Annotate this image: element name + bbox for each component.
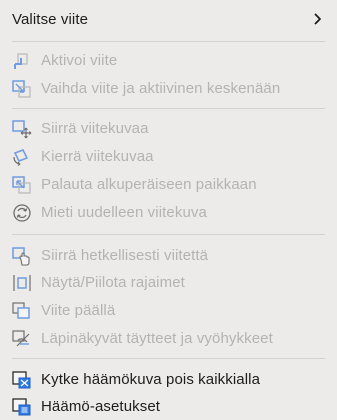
move-reference-image-icon xyxy=(11,119,33,139)
separator xyxy=(12,234,325,235)
show-hide-bounds-icon xyxy=(11,273,33,293)
chevron-right-icon xyxy=(313,10,323,28)
swap-reference-icon xyxy=(11,79,33,99)
context-menu: Valitse viite Aktivoi viite Vaihda viite… xyxy=(0,0,337,420)
menu-item-label: Läpinäkyvät täytteet ja vyöhykkeet xyxy=(41,330,273,347)
menu-item-label: Siirrä viitekuvaa xyxy=(41,120,149,137)
separator xyxy=(12,108,325,109)
menu-item-refresh-reference[interactable]: Mieti uudelleen viitekuva xyxy=(0,200,337,226)
menu-item-label: Viite päällä xyxy=(41,302,116,319)
menu-item-ghost-settings[interactable]: Häämö-asetukset xyxy=(0,394,337,420)
ghost-settings-icon xyxy=(11,397,33,417)
ghost-off-everywhere-icon xyxy=(11,370,33,390)
menu-item-label: Häämö-asetukset xyxy=(41,398,161,415)
menu-item-reset-position[interactable]: Palauta alkuperäiseen paikkaan xyxy=(0,172,337,198)
menu-item-label: Aktivoi viite xyxy=(41,52,118,69)
menu-item-swap-reference[interactable]: Vaihda viite ja aktiivinen keskenään xyxy=(0,76,337,102)
menu-item-label: Palauta alkuperäiseen paikkaan xyxy=(41,176,257,193)
reference-on-top-icon xyxy=(11,301,33,321)
separator xyxy=(12,358,325,359)
separator xyxy=(12,41,325,42)
menu-item-label: Siirrä hetkellisesti viitettä xyxy=(41,247,209,264)
menu-item-reference-on-top[interactable]: Viite päällä xyxy=(0,298,337,324)
menu-item-show-hide-bounds[interactable]: Näytä/Piilota rajaimet xyxy=(0,270,337,296)
menu-item-rotate-reference-image[interactable]: Kierrä viitekuvaa xyxy=(0,144,337,170)
menu-item-label: Kierrä viitekuvaa xyxy=(41,148,154,165)
select-reference-label: Valitse viite xyxy=(12,11,89,28)
menu-item-activate-reference[interactable]: Aktivoi viite xyxy=(0,48,337,74)
refresh-reference-icon xyxy=(11,203,33,223)
menu-item-label: Mieti uudelleen viitekuva xyxy=(41,204,207,221)
menu-item-label: Kytke häämökuva pois kaikkialla xyxy=(41,371,261,388)
menu-item-label: Vaihda viite ja aktiivinen keskenään xyxy=(41,80,281,97)
transparent-fills-icon xyxy=(11,329,33,349)
menu-item-move-reference-image[interactable]: Siirrä viitekuvaa xyxy=(0,116,337,142)
menu-item-temporary-move[interactable]: Siirrä hetkellisesti viitettä xyxy=(0,243,337,269)
rotate-reference-image-icon xyxy=(11,147,33,167)
temporary-move-hand-icon xyxy=(11,246,33,266)
menu-item-transparent-fills[interactable]: Läpinäkyvät täytteet ja vyöhykkeet xyxy=(0,326,337,352)
menu-item-ghost-off-everywhere[interactable]: Kytke häämökuva pois kaikkialla xyxy=(0,367,337,393)
reset-position-icon xyxy=(11,175,33,195)
activate-reference-icon xyxy=(11,51,33,71)
select-reference-submenu[interactable]: Valitse viite xyxy=(0,7,337,33)
menu-item-label: Näytä/Piilota rajaimet xyxy=(41,274,185,291)
